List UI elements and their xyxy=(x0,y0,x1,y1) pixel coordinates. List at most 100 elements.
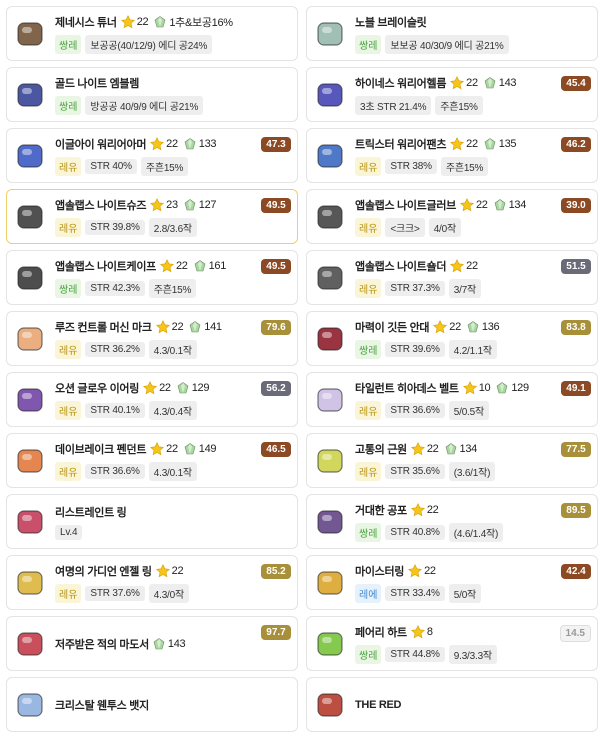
item-card[interactable]: 이글아이 워리어아머 22 133 레유 STR 40% 주흔15% 47.3 xyxy=(6,128,298,183)
item-name: 타일런트 히아데스 벨트 xyxy=(355,382,459,395)
item-card[interactable]: 고통의 근원 22 134 레유 STR 35.6% (3.6/1작) 77.5 xyxy=(306,433,598,488)
star-force-count: 23 xyxy=(166,198,178,211)
stat-chip: 4.3/0.1작 xyxy=(148,339,197,359)
item-name: 앱솔랩스 나이트글러브 xyxy=(355,199,456,212)
item-card[interactable]: 하이네스 워리어헬름 22 143 3초 STR 21.4% 주흔15% 45.4 xyxy=(306,67,598,122)
star-force-count: 10 xyxy=(478,381,491,394)
star-force-count: 22 xyxy=(426,442,439,455)
item-card[interactable]: 페어리 하트 8 쌍레 STR 44.8% 9.3/3.3작 14.5 xyxy=(306,616,598,671)
item-card[interactable]: 마이스터링 22 레에 STR 33.4% 5/0작 42.4 xyxy=(306,555,598,610)
item-title-line: 노블 브레이슬릿 xyxy=(355,14,509,30)
item-potential-value: 127 xyxy=(198,198,217,211)
item-card[interactable]: 앱솔랩스 나이트숄더 22 레유 STR 37.3% 3/7작 51.5 xyxy=(306,250,598,305)
star-force-count: 22 xyxy=(449,320,461,333)
item-title-line: 고통의 근원 22 134 xyxy=(355,441,495,457)
score-badge: 83.8 xyxy=(561,320,591,335)
item-info: 오션 글로우 이어링 22 129 레유 STR 40.1% 4.3/0.4작 xyxy=(55,380,209,420)
item-card[interactable]: 타일런트 히아데스 벨트 10 129 레유 STR 36.6% 5/0.5작 49.1 xyxy=(306,372,598,427)
item-title-line: 앱솔랩스 나이트숄더 22 xyxy=(355,258,484,274)
the-red-medal-icon xyxy=(313,688,347,722)
item-card[interactable]: 제네시스 튜너 22 1추&보공16% 쌍레 보공공(40/12/9) 에디 공24% xyxy=(6,6,298,61)
gem-icon xyxy=(153,637,165,650)
item-card[interactable]: 마력이 깃든 안대 22 136 쌍레 STR 39.6% 4.2/1.1작 83.8 xyxy=(306,311,598,366)
star-force-count: 22 xyxy=(175,259,188,272)
gem-icon xyxy=(184,137,196,150)
meister-ring-icon xyxy=(313,566,347,600)
item-card[interactable]: 노블 브레이슬릿 쌍레 보보공 40/30/9 에디 공21% xyxy=(306,6,598,61)
item-stat-line: 레유 STR 36.2% 4.3/0.1작 xyxy=(55,339,222,359)
item-name: 앱솔랩스 나이트슈즈 xyxy=(55,199,147,212)
item-info: 페어리 하트 8 쌍레 STR 44.8% 9.3/3.3작 xyxy=(355,624,497,664)
item-card[interactable]: 여명의 가디언 엔젤 링 22 레유 STR 37.6% 4.3/0작 85.2 xyxy=(6,555,298,610)
gem-icon xyxy=(494,198,506,211)
score-badge: 14.5 xyxy=(559,625,591,642)
star-icon xyxy=(408,563,423,578)
gem-icon xyxy=(189,320,201,333)
item-card[interactable]: 트릭스터 워리어팬츠 22 135 레유 STR 38% 주흔15% 46.2 xyxy=(306,128,598,183)
item-info: 마이스터링 22 레에 STR 33.4% 5/0작 xyxy=(355,563,482,603)
item-name: 저주받은 적의 마도서 xyxy=(55,638,149,651)
stat-chip: STR 44.8% xyxy=(385,646,445,662)
item-info: 제네시스 튜너 22 1추&보공16% 쌍레 보공공(40/12/9) 에디 공24% xyxy=(55,14,233,54)
star-icon xyxy=(410,624,425,639)
item-title-line: THE RED xyxy=(355,699,405,711)
item-info: 하이네스 워리어헬름 22 143 3초 STR 21.4% 주흔15% xyxy=(355,75,517,115)
angel-ring-icon xyxy=(13,566,47,600)
item-stat-line: 레에 STR 33.4% 5/0작 xyxy=(355,583,482,603)
star-force-count: 8 xyxy=(426,625,433,638)
grade-badge: 쌍레 xyxy=(55,278,82,298)
item-stat-line: 레유 STR 38% 주흔15% xyxy=(355,156,516,176)
stat-chip: 방공공 40/9/9 에디 공21% xyxy=(85,95,204,115)
restraint-ring-icon xyxy=(13,505,47,539)
item-title-line: 골드 나이트 엠블렘 xyxy=(55,75,203,91)
warrior-armor-icon xyxy=(13,139,47,173)
grade-badge: 레유 xyxy=(55,217,82,237)
item-card[interactable]: 루즈 컨트롤 머신 마크 22 141 레유 STR 36.2% 4.3/0.1작 79.6 xyxy=(6,311,298,366)
stat-chip: STR 33.4% xyxy=(385,585,445,601)
stat-chip: 보공공(40/12/9) 에디 공24% xyxy=(85,34,213,54)
stat-chip: (3.6/1작) xyxy=(448,461,496,481)
item-potential-value: 129 xyxy=(191,381,210,394)
knight-cape-icon xyxy=(13,261,47,295)
stat-chip: STR 36.6% xyxy=(385,402,445,418)
star-icon xyxy=(450,258,465,273)
star-icon xyxy=(462,380,477,395)
item-card[interactable]: 리스트레인트 링 Lv.4 xyxy=(6,494,298,549)
earring-icon xyxy=(13,383,47,417)
item-card[interactable]: 골드 나이트 엠블렘 쌍레 방공공 40/9/9 에디 공21% xyxy=(6,67,298,122)
item-title-line: 거대한 공포 22 xyxy=(355,502,503,518)
stat-chip: STR 36.6% xyxy=(85,463,145,479)
item-card[interactable]: 앱솔랩스 나이트글러브 22 134 레유 <크크> 4/0작 39.0 xyxy=(306,189,598,244)
score-badge: 49.5 xyxy=(261,198,291,213)
item-card[interactable]: 오션 글로우 이어링 22 129 레유 STR 40.1% 4.3/0.4작 56.2 xyxy=(6,372,298,427)
item-card[interactable]: 저주받은 적의 마도서 143 97.7 xyxy=(6,616,298,671)
item-stat-line: Lv.4 xyxy=(55,524,131,540)
item-card[interactable]: 거대한 공포 22 쌍레 STR 40.8% (4.6/1.4작) 89.5 xyxy=(306,494,598,549)
star-icon xyxy=(150,441,165,456)
item-title-line: 제네시스 튜너 22 1추&보공16% xyxy=(55,14,233,30)
item-name: 여명의 가디언 엔젤 링 xyxy=(55,565,152,578)
item-potential-value: 134 xyxy=(459,442,478,455)
score-badge: 97.7 xyxy=(261,625,291,640)
item-card[interactable]: 앱솔랩스 나이트슈즈 23 127 레유 STR 39.8% 2.8/3.6작 49.5 xyxy=(6,189,298,244)
star-icon xyxy=(459,197,474,212)
score-badge: 77.5 xyxy=(561,442,591,457)
gem-icon xyxy=(496,381,508,394)
item-card[interactable]: 크리스탈 웬투스 뱃지 xyxy=(6,677,298,732)
score-badge: 39.0 xyxy=(561,198,591,213)
score-badge: 56.2 xyxy=(261,381,291,396)
item-card[interactable]: 앱솔랩스 나이트케이프 22 161 쌍레 STR 42.3% 주흔15% 49.5 xyxy=(6,250,298,305)
item-name: 페어리 하트 xyxy=(355,626,407,639)
item-info: 노블 브레이슬릿 쌍레 보보공 40/30/9 에디 공21% xyxy=(355,14,509,54)
grade-badge: 쌍레 xyxy=(355,644,382,664)
item-name: 크리스탈 웬투스 뱃지 xyxy=(55,699,149,712)
item-stat-line: 레유 <크크> 4/0작 xyxy=(355,217,526,237)
item-card[interactable]: 데이브레이크 펜던트 22 149 레유 STR 36.6% 4.3/0.1작 46.5 xyxy=(6,433,298,488)
grade-badge: 레유 xyxy=(55,156,82,176)
item-info: 저주받은 적의 마도서 143 xyxy=(55,636,186,652)
item-stat-line: 레유 STR 39.8% 2.8/3.6작 xyxy=(55,217,216,237)
item-name: 이글아이 워리어아머 xyxy=(55,138,147,151)
item-card[interactable]: THE RED xyxy=(306,677,598,732)
item-title-line: 페어리 하트 8 xyxy=(355,624,497,640)
stat-chip: 4.3/0.4작 xyxy=(148,400,197,420)
